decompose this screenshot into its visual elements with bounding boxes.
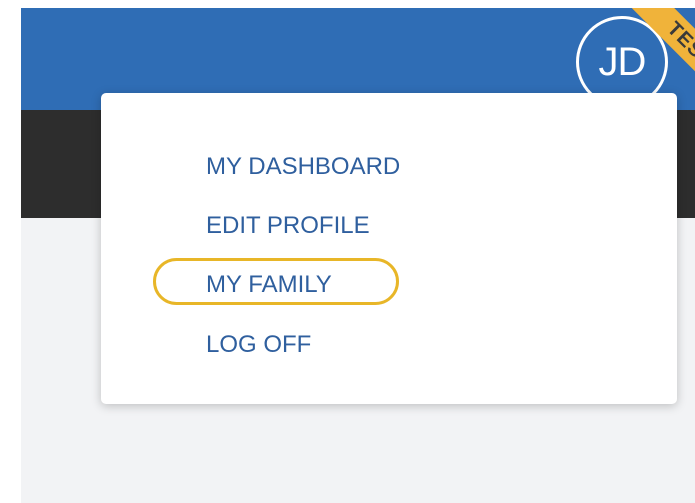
menu-item-edit-profile[interactable]: EDIT PROFILE bbox=[206, 212, 370, 240]
menu-item-log-off[interactable]: LOG OFF bbox=[206, 331, 311, 359]
menu-item-my-family[interactable]: MY FAMILY bbox=[206, 271, 332, 299]
menu-item-my-dashboard[interactable]: MY DASHBOARD bbox=[206, 153, 400, 181]
user-dropdown-menu: MY DASHBOARD EDIT PROFILE MY FAMILY LOG … bbox=[101, 93, 677, 404]
